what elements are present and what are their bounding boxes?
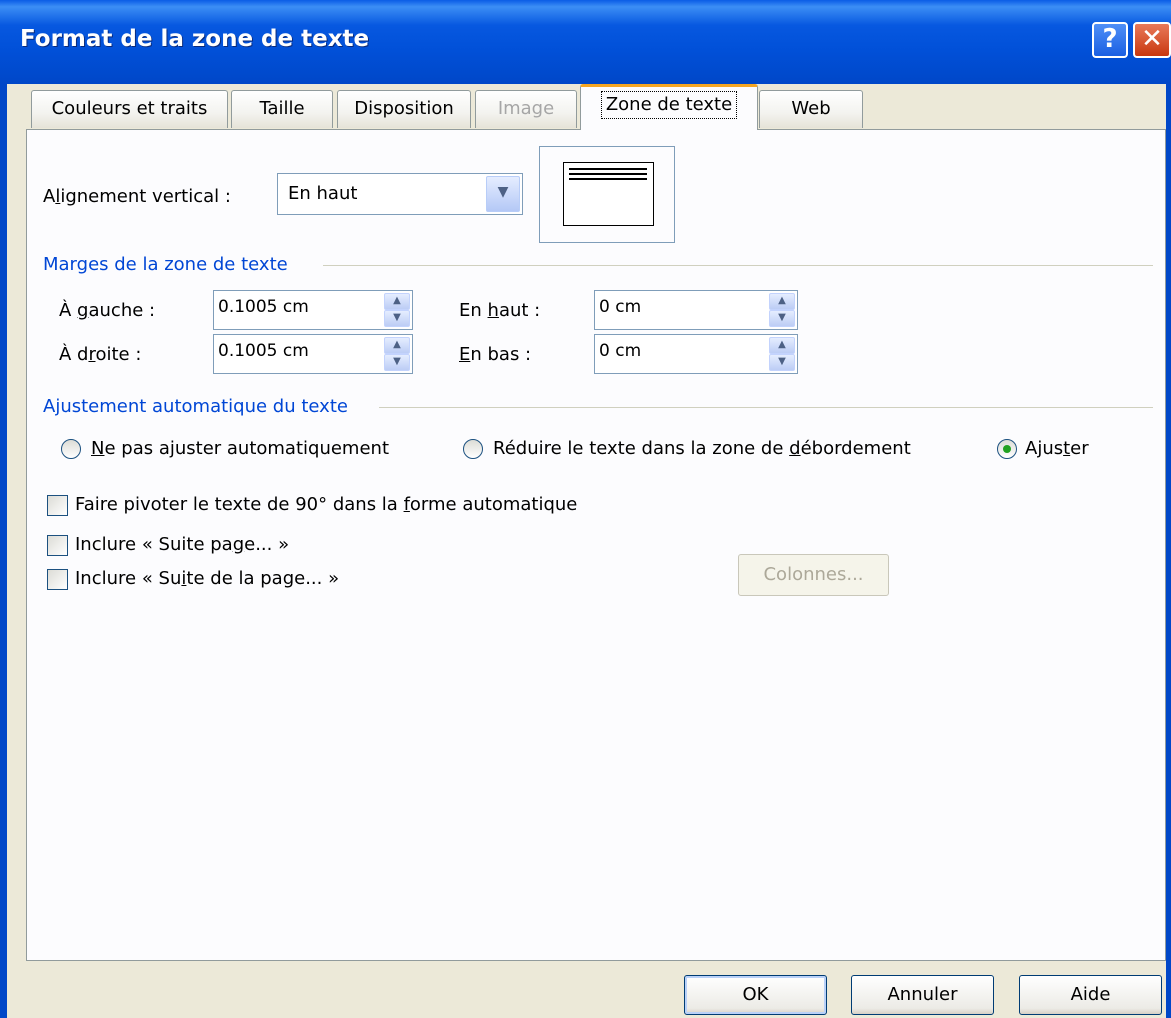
window-frame-left [0, 84, 7, 1018]
tab-label: Web [791, 98, 831, 119]
dialog-window: Format de la zone de texte ? ✕ Couleurs … [0, 0, 1171, 1018]
tab-label: Zone de texte [600, 91, 738, 119]
tab-zone-de-texte[interactable]: Zone de texte [580, 84, 758, 130]
alignment-preview [539, 146, 675, 243]
cancel-button[interactable]: Annuler [851, 975, 994, 1015]
tab-label: Image [497, 98, 555, 119]
checkbox-continued-on[interactable] [47, 535, 68, 556]
checkbox-rotate-text-label[interactable]: Faire pivoter le texte de 90° dans la fo… [75, 494, 577, 515]
spin-up-icon[interactable]: ▲ [769, 293, 795, 310]
title-bar: Format de la zone de texte ? ✕ [0, 0, 1171, 84]
vertical-alignment-value: En haut [288, 183, 358, 204]
margins-divider [323, 265, 1153, 266]
radio-no-autofit-label[interactable]: Ne pas ajuster automatiquement [91, 438, 389, 459]
help-icon[interactable]: ? [1092, 22, 1128, 58]
radio-selected-dot [1003, 445, 1011, 453]
checkbox-continued-on-label[interactable]: Inclure « Suite page... » [75, 534, 289, 555]
right-margin-label: À droite : [59, 344, 142, 365]
spin-down-icon[interactable]: ▼ [384, 354, 410, 371]
left-margin-spinner[interactable]: 0.1005 cm ▲ ▼ [213, 290, 413, 330]
radio-shrink-on-overflow[interactable] [463, 439, 483, 459]
tab-label: Taille [259, 98, 305, 119]
close-icon[interactable]: ✕ [1133, 22, 1171, 58]
tab-taille[interactable]: Taille [231, 90, 333, 128]
spin-down-icon[interactable]: ▼ [384, 310, 410, 327]
bottom-margin-spinner[interactable]: 0 cm ▲ ▼ [594, 334, 798, 374]
bottom-margin-label: En bas : [459, 344, 532, 365]
preview-page-icon [563, 162, 654, 226]
checkbox-rotate-text[interactable] [47, 495, 68, 516]
dialog-title: Format de la zone de texte [20, 26, 370, 52]
margins-group-title: Marges de la zone de texte [43, 254, 288, 275]
radio-resize-shape-label[interactable]: Ajuster [1025, 438, 1089, 459]
spin-up-icon[interactable]: ▲ [384, 337, 410, 354]
right-margin-value: 0.1005 cm [218, 341, 309, 361]
columns-button[interactable]: Colonnes... [738, 554, 889, 596]
top-margin-label: En haut : [459, 300, 541, 321]
tab-web[interactable]: Web [759, 90, 863, 128]
radio-no-autofit[interactable] [61, 439, 81, 459]
radio-shrink-on-overflow-label[interactable]: Réduire le texte dans la zone de déborde… [493, 438, 911, 459]
left-margin-value: 0.1005 cm [218, 297, 309, 317]
left-margin-label: À gauche : [59, 300, 156, 321]
right-margin-spinner[interactable]: 0.1005 cm ▲ ▼ [213, 334, 413, 374]
tab-panel: Alignement vertical : En haut ▼ Marges d… [26, 129, 1166, 961]
tab-couleurs-et-traits[interactable]: Couleurs et traits [31, 90, 228, 128]
spin-down-icon[interactable]: ▼ [769, 354, 795, 371]
top-margin-value: 0 cm [599, 297, 642, 317]
spin-up-icon[interactable]: ▲ [769, 337, 795, 354]
bottom-margin-value: 0 cm [599, 341, 642, 361]
help-button[interactable]: Aide [1019, 975, 1162, 1015]
vertical-alignment-select[interactable]: En haut ▼ [277, 173, 523, 215]
chevron-down-icon[interactable]: ▼ [486, 176, 520, 212]
checkbox-continued-from[interactable] [47, 569, 68, 590]
radio-resize-shape[interactable] [997, 439, 1017, 459]
tab-disposition[interactable]: Disposition [337, 90, 471, 128]
autofit-group-title: Ajustement automatique du texte [43, 396, 348, 417]
window-frame-right [1166, 84, 1171, 1018]
checkbox-continued-from-label[interactable]: Inclure « Suite de la page... » [75, 568, 339, 589]
tab-label: Disposition [354, 98, 454, 119]
tab-image[interactable]: Image [475, 90, 577, 128]
top-margin-spinner[interactable]: 0 cm ▲ ▼ [594, 290, 798, 330]
ok-button[interactable]: OK [684, 975, 827, 1015]
spin-up-icon[interactable]: ▲ [384, 293, 410, 310]
spin-down-icon[interactable]: ▼ [769, 310, 795, 327]
tab-label: Couleurs et traits [51, 98, 208, 119]
autofit-divider [379, 407, 1153, 408]
vertical-alignment-label: Alignement vertical : [43, 186, 231, 207]
